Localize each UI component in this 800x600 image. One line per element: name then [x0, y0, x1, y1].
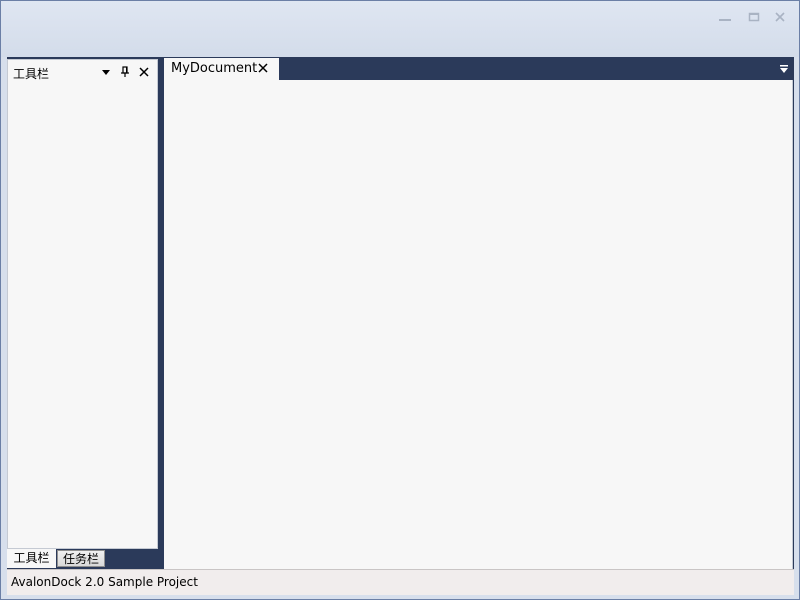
toolbar-anchorable-pane: 工具栏 — [7, 59, 158, 549]
close-button[interactable] — [767, 7, 793, 27]
main-window: 工具栏 工具栏 任务栏 MyDocument AvalonDock 2.0 Sa… — [0, 0, 800, 600]
tool-pane-header[interactable]: 工具栏 — [8, 60, 157, 84]
tab-taskbar[interactable]: 任务栏 — [57, 550, 105, 567]
title-bar[interactable] — [1, 1, 799, 57]
status-text: AvalonDock 2.0 Sample Project — [11, 575, 198, 589]
document-tab-strip: MyDocument — [164, 58, 794, 80]
close-icon[interactable] — [137, 65, 151, 79]
dock-manager: 工具栏 工具栏 任务栏 MyDocument — [7, 57, 794, 569]
minimize-button[interactable] — [712, 7, 738, 27]
pin-icon[interactable] — [118, 65, 132, 79]
tab-toolbar[interactable]: 工具栏 — [7, 549, 56, 568]
status-bar: AvalonDock 2.0 Sample Project — [7, 569, 794, 595]
close-icon[interactable] — [256, 61, 270, 75]
menu-dropdown-icon[interactable] — [99, 65, 113, 79]
document-list-dropdown-icon[interactable] — [778, 63, 790, 75]
maximize-button[interactable] — [741, 7, 767, 27]
maximize-icon — [748, 12, 760, 22]
close-icon — [774, 12, 786, 22]
document-tab-label: MyDocument — [171, 61, 258, 76]
tool-pane-title: 工具栏 — [13, 67, 50, 81]
tool-pane-tab-strip: 工具栏 任务栏 — [7, 549, 163, 568]
document-content-area[interactable] — [164, 80, 793, 569]
minimize-icon — [718, 12, 732, 22]
tab-mydocument[interactable]: MyDocument — [164, 58, 279, 80]
